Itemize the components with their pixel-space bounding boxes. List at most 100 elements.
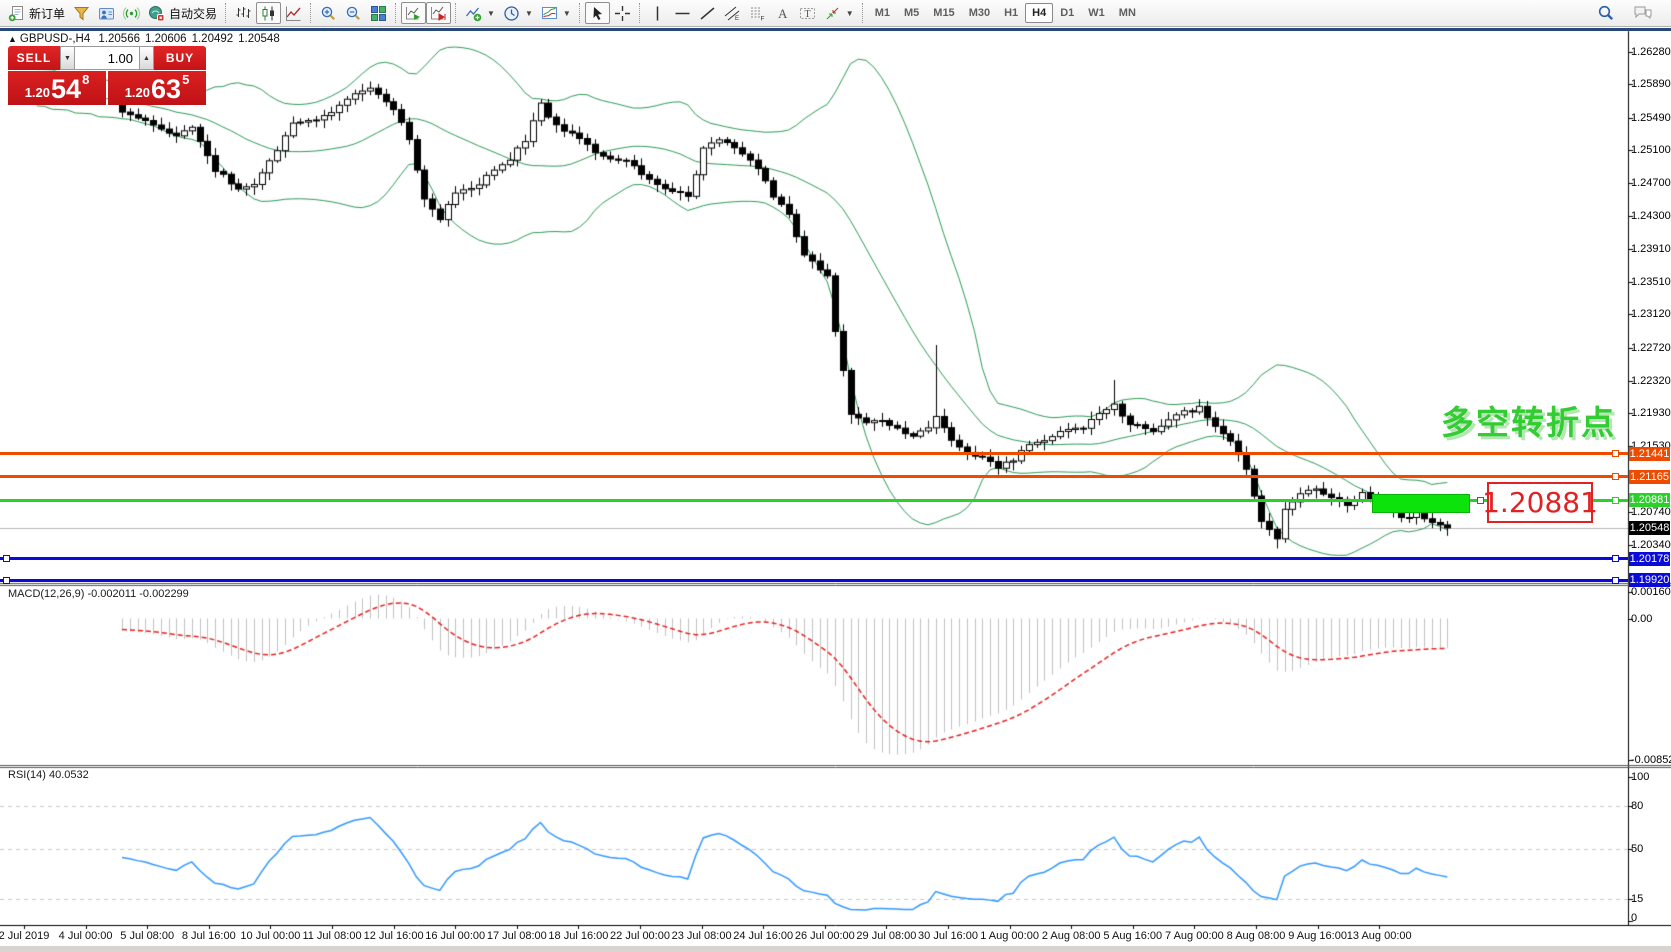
indicators-button[interactable]: ▼: [461, 2, 499, 24]
text-button[interactable]: A: [770, 2, 795, 24]
window-border: [0, 28, 1671, 31]
rsi-tick-label: 80: [1631, 800, 1643, 812]
support-zone-rectangle[interactable]: [1372, 494, 1470, 512]
buy-button[interactable]: BUY: [154, 46, 206, 70]
chevron-down-icon[interactable]: ▼: [487, 9, 495, 18]
zoom-out-icon: [345, 5, 362, 22]
collapse-arrow-icon[interactable]: ▲: [8, 34, 17, 44]
fibonacci-icon: F: [749, 5, 766, 22]
hline-price-label: 1.21165: [1629, 470, 1670, 484]
toolbar-separator: [310, 3, 312, 23]
date-tick-label: 22 Jul 00:00: [610, 930, 670, 942]
chevron-down-icon[interactable]: ▼: [846, 9, 854, 18]
line-anchor-handle[interactable]: [3, 555, 10, 562]
horizontal-line-object[interactable]: [0, 557, 1628, 560]
volume-input[interactable]: [75, 46, 139, 70]
cursor-icon: [589, 5, 606, 22]
timeframe-button-mn[interactable]: MN: [1112, 3, 1143, 23]
cursor-button[interactable]: [585, 2, 610, 24]
search-button[interactable]: [1593, 2, 1619, 24]
svg-text:E: E: [735, 16, 739, 22]
date-tick-label: 8 Aug 08:00: [1227, 930, 1286, 942]
price-tick-label: 1.24700: [1631, 177, 1671, 189]
profiles-button[interactable]: [94, 2, 119, 24]
callout-anchor-handle[interactable]: [1477, 497, 1484, 504]
price-tick-label: 1.26280: [1631, 46, 1671, 58]
templates-button[interactable]: ▼: [537, 2, 575, 24]
buy-price-pip: 5: [182, 72, 189, 87]
periods-button[interactable]: ▼: [499, 2, 537, 24]
date-tick-label: 4 Jul 00:00: [59, 930, 113, 942]
vertical-line-icon: [649, 5, 666, 22]
timeframe-button-w1[interactable]: W1: [1081, 3, 1112, 23]
date-tick-label: 11 Jul 08:00: [302, 930, 361, 942]
line-anchor-handle[interactable]: [1612, 555, 1619, 562]
toolbar-separator: [862, 3, 864, 23]
chevron-down-icon[interactable]: ▼: [525, 9, 533, 18]
volume-increase-button[interactable]: ▲: [139, 46, 154, 70]
auto-scroll-button[interactable]: [401, 2, 426, 24]
zoom-out-button[interactable]: [341, 2, 366, 24]
arrows-button[interactable]: ▼: [820, 2, 858, 24]
signals-button[interactable]: [119, 2, 144, 24]
price-tick-label: 1.21930: [1631, 407, 1671, 419]
line-anchor-handle[interactable]: [1612, 497, 1619, 504]
hline-price-label: 1.20881: [1629, 493, 1670, 507]
candlestick-chart-button[interactable]: [256, 2, 281, 24]
line-chart-button[interactable]: [281, 2, 306, 24]
toolbar-separator: [579, 3, 581, 23]
timeframe-button-m1[interactable]: M1: [868, 3, 897, 23]
volume-decrease-button[interactable]: ▼: [60, 46, 75, 70]
sell-button[interactable]: SELL: [8, 46, 60, 70]
turning-point-annotation[interactable]: 多空转折点: [1441, 396, 1616, 444]
buy-price-prefix: 1.20: [125, 85, 150, 100]
equidistant-channel-icon: E: [724, 5, 741, 22]
vertical-line-button[interactable]: [645, 2, 670, 24]
horizontal-line-object[interactable]: [0, 475, 1628, 478]
zoom-in-button[interactable]: [316, 2, 341, 24]
timeframe-button-d1[interactable]: D1: [1053, 3, 1081, 23]
chevron-down-icon[interactable]: ▼: [563, 9, 571, 18]
equidistant-channel-button[interactable]: E: [720, 2, 745, 24]
timeframe-button-h1[interactable]: H1: [997, 3, 1025, 23]
timeframe-button-m5[interactable]: M5: [897, 3, 926, 23]
line-anchor-handle[interactable]: [3, 577, 10, 584]
fibonacci-button[interactable]: F: [745, 2, 770, 24]
new-order-button[interactable]: 新订单: [4, 2, 69, 24]
chat-button[interactable]: [1629, 2, 1657, 24]
timeframe-button-m15[interactable]: M15: [926, 3, 961, 23]
trendline-button[interactable]: [695, 2, 720, 24]
price-tick-label: 1.25490: [1631, 112, 1671, 124]
candlestick-chart-icon: [260, 5, 277, 22]
date-tick-label: 29 Jul 08:00: [856, 930, 916, 942]
chart-shift-button[interactable]: [426, 2, 451, 24]
date-tick-label: 8 Jul 16:00: [182, 930, 236, 942]
price-tick-label: 1.25890: [1631, 78, 1671, 90]
price-tick-label: 1.23910: [1631, 243, 1671, 255]
indicators-icon: [465, 5, 482, 22]
bar-chart-button[interactable]: [231, 2, 256, 24]
tile-windows-button[interactable]: [366, 2, 391, 24]
timeframe-button-m30[interactable]: M30: [962, 3, 997, 23]
line-anchor-handle[interactable]: [1612, 473, 1619, 480]
ohlc-open: 1.20566: [98, 33, 140, 45]
crosshair-button[interactable]: [610, 2, 635, 24]
arrows-icon: [824, 5, 841, 22]
price-callout-label[interactable]: 1.20881: [1487, 482, 1593, 523]
buy-price-display[interactable]: 1.20635: [108, 71, 206, 105]
text-label-button[interactable]: T: [795, 2, 820, 24]
funnel-button[interactable]: [69, 2, 94, 24]
line-chart-icon: [285, 5, 302, 22]
line-anchor-handle[interactable]: [1612, 450, 1619, 457]
rsi-tick-label: 100: [1631, 771, 1649, 783]
sell-price-big: 54: [51, 76, 81, 103]
horizontal-line-object[interactable]: [0, 452, 1628, 455]
auto-trading-button[interactable]: 自动交易: [144, 2, 221, 24]
sell-price-display[interactable]: 1.20548: [8, 71, 106, 105]
horizontal-line-object[interactable]: [0, 579, 1628, 582]
timeframe-button-h4[interactable]: H4: [1025, 3, 1053, 23]
toolbar-separator: [225, 3, 227, 23]
date-tick-label: 12 Jul 16:00: [364, 930, 424, 942]
line-anchor-handle[interactable]: [1612, 577, 1619, 584]
horizontal-line-button[interactable]: [670, 2, 695, 24]
